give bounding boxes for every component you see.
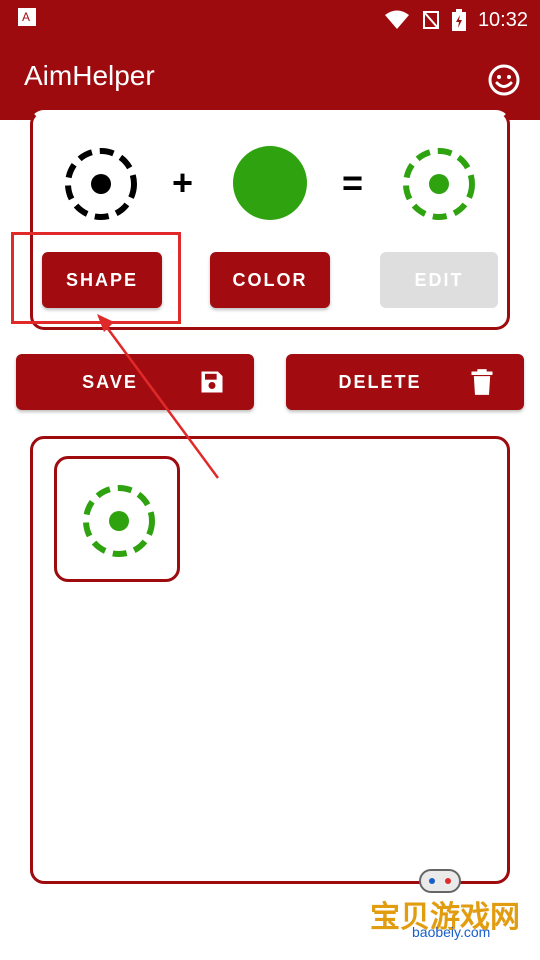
app-title: AimHelper	[24, 60, 155, 91]
status-time: 10:32	[477, 8, 528, 31]
result-preview-icon	[403, 148, 475, 220]
color-preview-icon	[233, 146, 307, 220]
plus-symbol: +	[172, 162, 194, 203]
app-bar: A 10:32 AimHelper	[0, 0, 540, 120]
watermark-en: baobeiy.com	[412, 924, 491, 940]
trash-icon	[471, 369, 493, 395]
save-button[interactable]: SAVE	[16, 354, 254, 410]
signal-off-icon	[422, 11, 439, 29]
smiley-icon[interactable]	[488, 64, 520, 96]
shape-preview-icon	[65, 148, 137, 220]
wifi-icon	[384, 10, 409, 29]
saved-preset-icon	[83, 485, 155, 557]
shape-highlight-box	[11, 232, 181, 324]
equals-symbol: =	[342, 162, 364, 203]
save-button-label: SAVE	[82, 371, 138, 392]
notification-app-icon: A	[18, 8, 36, 26]
battery-charging-icon	[451, 9, 466, 31]
color-button[interactable]: COLOR	[210, 252, 330, 308]
edit-button[interactable]: EDIT	[380, 252, 498, 308]
delete-button[interactable]: DELETE	[286, 354, 524, 410]
delete-button-label: DELETE	[338, 371, 422, 392]
watermark: 宝贝游戏网 baobeiy.com	[362, 860, 522, 955]
save-icon	[201, 371, 223, 393]
status-bar: A 10:32	[0, 0, 540, 40]
svg-text:A: A	[22, 10, 30, 24]
saved-preset-tile[interactable]	[54, 456, 180, 582]
